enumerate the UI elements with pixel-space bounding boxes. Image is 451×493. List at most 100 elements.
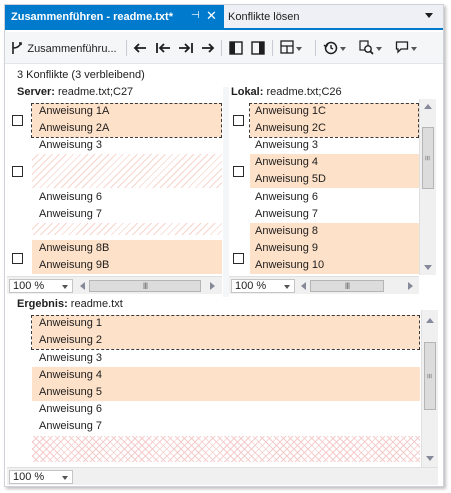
result-line: Anweisung 3 (39, 352, 102, 364)
result-unresolved-block (32, 436, 420, 462)
local-line: Anweisung 6 (255, 191, 318, 203)
tab-resolve-conflicts[interactable]: Konflikte lösen (228, 5, 300, 28)
local-line: Anweisung 5D (250, 171, 419, 188)
tab-strip: Zusammenführen - readme.txt* ⊣ ✕ Konflik… (5, 5, 443, 30)
result-zoom-select[interactable]: 100 % (9, 470, 73, 484)
local-hscroll[interactable]: 100 % III (229, 276, 419, 294)
result-vscroll[interactable] (421, 310, 438, 467)
scroll-up-icon[interactable] (426, 318, 434, 323)
split-right-icon[interactable] (251, 40, 265, 56)
local-zoom-value: 100 % (235, 280, 267, 292)
toolbar-separator (315, 40, 316, 56)
split-left-icon[interactable] (229, 40, 243, 56)
local-line: Anweisung 8 (250, 223, 419, 240)
scroll-down-icon[interactable] (424, 265, 432, 270)
scroll-right-icon[interactable] (210, 282, 215, 290)
compare-icon (359, 40, 374, 55)
result-line: Anweisung 6 (39, 403, 102, 415)
accept-server-conflict-3-checkbox[interactable] (12, 253, 23, 264)
result-pane-title: Ergebnis: readme.txt (17, 298, 123, 310)
comment-button[interactable] (395, 40, 425, 56)
result-pane[interactable]: Anweisung 1 Anweisung 2 Anweisung 3 Anwe… (7, 310, 420, 462)
scroll-left-icon[interactable] (301, 282, 306, 290)
server-title-file: readme.txt;C27 (54, 86, 134, 98)
chevron-down-icon (62, 476, 68, 480)
server-zoom-value: 100 % (13, 280, 45, 292)
server-line: Anweisung 7 (39, 208, 102, 220)
local-title-file: readme.txt;C26 (263, 86, 342, 98)
server-line: Anweisung 8B (32, 240, 222, 257)
history-button[interactable] (323, 40, 353, 56)
result-title-file: readme.txt (67, 298, 123, 310)
conflict-outline (249, 103, 419, 138)
accept-server-conflict-2-checkbox[interactable] (12, 166, 23, 177)
local-line: Anweisung 3 (255, 139, 318, 151)
local-line: Anweisung 10 (250, 257, 419, 274)
server-zoom-select[interactable]: 100 % (9, 279, 73, 293)
scroll-down-icon[interactable] (426, 456, 434, 461)
toolbar-separator (126, 40, 127, 56)
layout-icon (280, 40, 294, 54)
layout-button[interactable] (280, 40, 310, 56)
local-pane-title: Lokal: readme.txt;C26 (231, 86, 342, 98)
server-pane[interactable]: Anweisung 1A Anweisung 2A Anweisung 3 An… (7, 99, 222, 275)
merge-button-label: Zusammenführu... (27, 43, 117, 55)
server-empty-block (32, 154, 222, 188)
chevron-down-icon (284, 285, 290, 289)
pin-icon[interactable]: ⊣ (191, 10, 200, 21)
accept-server-conflict-1-checkbox[interactable] (12, 115, 23, 126)
scroll-up-icon[interactable] (424, 104, 432, 109)
merge-button[interactable]: Zusammenführu... (10, 40, 122, 56)
result-zoom-bar: 100 % (7, 467, 438, 485)
server-title-label: Server: (17, 86, 55, 98)
tab-merge-readme[interactable]: Zusammenführen - readme.txt* ⊣ ✕ (5, 5, 224, 28)
result-line: Anweisung 4 (32, 367, 420, 384)
accept-local-conflict-3-checkbox[interactable] (233, 253, 244, 264)
server-hscroll-thumb[interactable]: III (89, 280, 201, 292)
local-zoom-select[interactable]: 100 % (231, 279, 295, 293)
toolbar: Zusammenführu... (5, 32, 443, 64)
result-line: Anweisung 7 (39, 420, 102, 432)
history-icon (323, 41, 338, 55)
conflict-outline (31, 315, 420, 350)
result-vscroll-thumb[interactable] (424, 342, 436, 410)
scroll-left-icon[interactable] (80, 282, 85, 290)
scroll-right-icon[interactable] (408, 282, 413, 290)
chevron-down-icon (62, 285, 68, 289)
merge-icon (12, 42, 22, 54)
local-line: Anweisung 4 (250, 154, 419, 171)
local-hscroll-thumb[interactable]: III (310, 280, 384, 292)
comment-icon (395, 41, 409, 54)
local-vscroll-thumb[interactable] (422, 127, 434, 189)
tab-merge-label: Zusammenführen - readme.txt* (11, 10, 173, 23)
server-line: Anweisung 3 (39, 139, 102, 151)
accept-local-conflict-1-checkbox[interactable] (233, 115, 244, 126)
conflict-summary: 3 Konflikte (3 verbleibend) (17, 69, 145, 81)
accept-local-conflict-2-checkbox[interactable] (233, 166, 244, 177)
server-pane-title: Server: readme.txt;C27 (17, 86, 133, 98)
tab-list-dropdown-icon[interactable] (425, 13, 433, 18)
next-conflict-icon[interactable] (201, 40, 215, 56)
local-title-label: Lokal: (231, 86, 264, 98)
local-line: Anweisung 9 (250, 240, 419, 257)
merge-window: Zusammenführen - readme.txt* ⊣ ✕ Konflik… (4, 4, 444, 487)
server-line: Anweisung 6 (39, 191, 102, 203)
tab-resolve-label: Konflikte lösen (228, 10, 300, 23)
local-vscroll[interactable] (419, 99, 436, 275)
close-icon[interactable]: ✕ (206, 8, 217, 24)
first-conflict-icon[interactable] (155, 40, 171, 56)
local-pane[interactable]: Anweisung 1C Anweisung 2C Anweisung 3 An… (229, 99, 419, 275)
compare-button[interactable] (359, 40, 389, 56)
server-empty-block (32, 223, 222, 235)
result-title-label: Ergebnis: (17, 298, 68, 310)
local-line: Anweisung 7 (255, 208, 318, 220)
previous-conflict-icon[interactable] (133, 40, 147, 56)
toolbar-separator (272, 40, 273, 56)
result-line: Anweisung 5 (32, 384, 420, 401)
last-conflict-icon[interactable] (178, 40, 194, 56)
server-hscroll[interactable]: 100 % III (7, 276, 222, 294)
result-zoom-value: 100 % (13, 471, 45, 483)
conflict-outline (31, 103, 222, 138)
toolbar-separator (221, 40, 222, 56)
server-line: Anweisung 9B (32, 257, 222, 274)
